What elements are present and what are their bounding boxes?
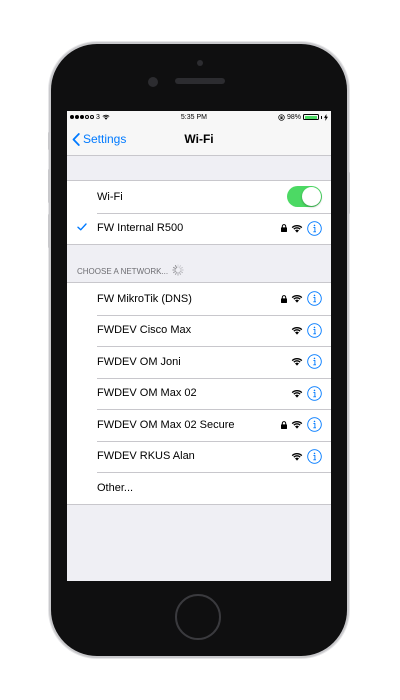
network-icons xyxy=(281,385,331,401)
connected-network-icons xyxy=(281,220,331,236)
status-right: 98% xyxy=(278,113,328,121)
wifi-signal-icon xyxy=(291,420,303,429)
network-name: FWDEV OM Max 02 xyxy=(97,387,197,400)
spinner-spoke xyxy=(178,271,182,276)
wifi-signal-icon xyxy=(291,224,303,233)
checkmark-icon xyxy=(67,222,97,234)
spinner-spoke xyxy=(173,266,177,270)
front-camera xyxy=(148,77,158,87)
wifi-status-icon xyxy=(102,114,110,120)
network-icons xyxy=(281,417,331,433)
earpiece-speaker xyxy=(175,78,225,84)
back-button[interactable]: Settings xyxy=(72,123,126,155)
volume-down-button xyxy=(48,214,51,248)
choose-network-header: CHOOSE A NETWORK... xyxy=(67,245,331,282)
other-network-label: Other... xyxy=(97,481,134,494)
wifi-toggle-switch[interactable] xyxy=(287,186,322,208)
lock-icon xyxy=(281,294,287,303)
spinner-spoke xyxy=(179,270,184,274)
network-name: FW MikroTik (DNS) xyxy=(97,292,192,305)
network-list: FW MikroTik (DNS) FWDEV Cisco Max FWDEV … xyxy=(67,282,331,505)
volume-up-button xyxy=(48,169,51,203)
power-button xyxy=(347,172,350,214)
other-network-row[interactable]: Other... xyxy=(67,472,331,504)
carrier-name: 3 xyxy=(96,113,100,121)
activity-spinner-icon xyxy=(172,264,184,276)
wifi-status-group: Wi-Fi FW Internal R500 xyxy=(67,180,331,245)
wifi-signal-icon xyxy=(291,357,303,366)
orientation-lock-icon xyxy=(278,113,285,121)
wifi-signal-icon xyxy=(291,389,303,398)
chevron-left-icon xyxy=(72,132,80,146)
network-row-1[interactable]: FW MikroTik (DNS) xyxy=(67,283,331,315)
proximity-sensor xyxy=(197,60,203,66)
info-icon[interactable] xyxy=(307,385,322,401)
status-time: 5:35 PM xyxy=(180,113,207,121)
network-icons xyxy=(281,354,331,370)
network-row-5[interactable]: FWDEV OM Max 02 Secure xyxy=(67,409,331,441)
wifi-signal-icon xyxy=(291,326,303,335)
charging-bolt-icon xyxy=(324,113,328,121)
network-row-4[interactable]: FWDEV OM Max 02 xyxy=(67,377,331,410)
spinner-spoke xyxy=(173,270,177,274)
info-icon[interactable] xyxy=(307,417,322,433)
network-icons xyxy=(281,322,331,338)
network-name: FWDEV RKUS Alan xyxy=(97,450,195,463)
status-bar: 3 5:35 PM 98% xyxy=(67,111,331,123)
back-button-label: Settings xyxy=(83,132,127,146)
wifi-toggle-row: Wi-Fi xyxy=(67,181,331,213)
wifi-toggle-label: Wi-Fi xyxy=(97,190,123,203)
network-row-6[interactable]: FWDEV RKUS Alan xyxy=(67,440,331,473)
network-icons xyxy=(281,291,331,307)
battery-tip xyxy=(321,115,322,119)
info-icon[interactable] xyxy=(307,322,322,338)
connected-network-name: FW Internal R500 xyxy=(97,222,184,235)
info-icon[interactable] xyxy=(307,220,322,236)
home-button[interactable] xyxy=(175,594,221,640)
spinner-spoke xyxy=(178,264,182,269)
section-header-text: CHOOSE A NETWORK... xyxy=(77,267,169,276)
network-name: FWDEV OM Max 02 Secure xyxy=(97,418,235,431)
page-title: Wi-Fi xyxy=(184,132,214,146)
network-name: FWDEV OM Joni xyxy=(97,355,181,368)
toggle-knob xyxy=(302,187,321,207)
spinner-spoke xyxy=(175,264,178,269)
info-icon[interactable] xyxy=(307,354,322,370)
battery-icon xyxy=(303,114,319,120)
spinner-spoke xyxy=(175,271,178,276)
wifi-signal-icon xyxy=(291,452,303,461)
navigation-bar: Settings Wi-Fi xyxy=(67,123,331,156)
status-left: 3 xyxy=(70,114,110,121)
network-name: FWDEV Cisco Max xyxy=(97,324,192,337)
info-icon[interactable] xyxy=(307,448,322,464)
network-row-2[interactable]: FWDEV Cisco Max xyxy=(67,314,331,347)
signal-strength-icon xyxy=(70,115,94,119)
network-icons xyxy=(281,448,331,464)
lock-icon xyxy=(281,420,287,429)
battery-percent: 98% xyxy=(286,113,301,121)
phone-screen: 3 5:35 PM 98% Settings Wi-Fi Wi-Fi FW In… xyxy=(67,111,331,581)
lock-icon xyxy=(281,224,287,233)
info-icon[interactable] xyxy=(307,291,322,307)
network-row-3[interactable]: FWDEV OM Joni xyxy=(67,346,331,378)
iphone-device: 3 5:35 PM 98% Settings Wi-Fi Wi-Fi FW In… xyxy=(48,44,350,656)
mute-switch xyxy=(48,132,51,150)
spinner-spoke xyxy=(179,266,184,270)
connected-network-row[interactable]: FW Internal R500 xyxy=(67,212,331,245)
wifi-signal-icon xyxy=(291,294,303,303)
